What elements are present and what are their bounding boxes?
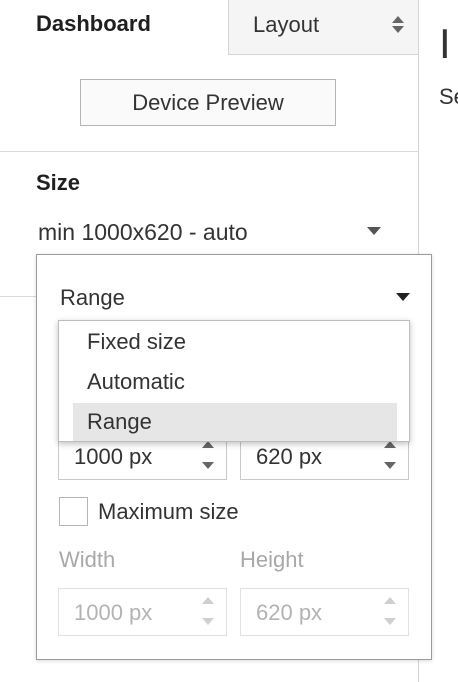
tab-dashboard[interactable]: Dashboard — [0, 0, 228, 54]
max-height-stepper: 620 px — [240, 588, 409, 636]
chevron-down-icon[interactable] — [367, 227, 381, 235]
device-preview-button[interactable]: Device Preview — [80, 79, 336, 126]
max-width-value: 1000 px — [74, 600, 153, 625]
tab-layout[interactable]: Layout — [228, 0, 418, 55]
size-mode-dropdown-list: Fixed size Automatic Range — [58, 320, 410, 442]
max-width-label: Width — [59, 547, 116, 572]
stepper-arrows — [200, 589, 218, 635]
canvas-title: I — [439, 20, 451, 67]
option-fixed-size[interactable]: Fixed size — [73, 323, 397, 361]
option-range[interactable]: Range — [73, 403, 397, 441]
tab-dashboard-label: Dashboard — [36, 11, 151, 36]
maximum-size-label[interactable]: Maximum size — [98, 499, 239, 525]
size-mode-select[interactable]: Range — [60, 285, 125, 311]
stepper-arrows — [382, 589, 400, 635]
canvas-subtitle: Se — [439, 84, 458, 109]
decrement-icon — [384, 618, 396, 625]
decrement-icon[interactable] — [384, 462, 396, 469]
increment-icon[interactable] — [202, 441, 214, 448]
tab-layout-label: Layout — [253, 12, 320, 37]
min-width-value[interactable]: 1000 px — [74, 444, 152, 470]
max-height-label: Height — [240, 547, 304, 572]
chevron-down-icon[interactable] — [396, 293, 410, 301]
size-select-value[interactable]: min 1000x620 - auto — [38, 219, 248, 246]
increment-icon — [202, 597, 214, 604]
section-divider — [0, 296, 37, 297]
maximum-size-checkbox[interactable] — [59, 497, 88, 526]
section-divider — [0, 151, 418, 152]
size-heading: Size — [36, 170, 81, 195]
decrement-icon — [202, 618, 214, 625]
min-height-value[interactable]: 620 px — [256, 444, 322, 470]
increment-icon[interactable] — [384, 441, 396, 448]
max-width-stepper: 1000 px — [58, 588, 227, 636]
sort-arrows-icon — [391, 16, 405, 36]
decrement-icon[interactable] — [202, 462, 214, 469]
max-height-value: 620 px — [256, 600, 323, 625]
option-automatic[interactable]: Automatic — [73, 363, 397, 401]
increment-icon — [384, 597, 396, 604]
